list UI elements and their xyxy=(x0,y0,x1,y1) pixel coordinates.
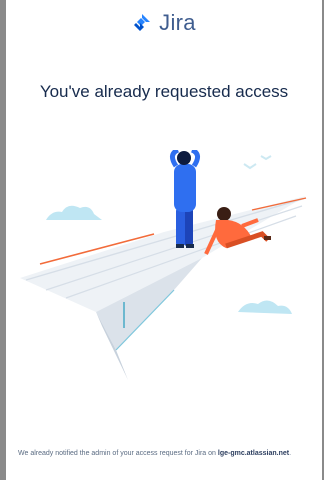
notification-message: We already notified the admin of your ac… xyxy=(18,448,316,459)
jira-logo-icon xyxy=(134,14,151,31)
site-name: lge-gmc.atlassian.net xyxy=(217,450,290,457)
access-page: Jira You've already requested access We … xyxy=(6,0,322,480)
cloud-left xyxy=(46,205,102,220)
cloud-right xyxy=(238,300,292,314)
notification-text: We already notified the admin of your ac… xyxy=(18,450,216,457)
bird-icon xyxy=(260,155,272,161)
jira-logo-text: Jira xyxy=(159,10,196,35)
bird-icon xyxy=(243,163,257,170)
paper-plane-people-illustration xyxy=(20,150,307,380)
page-title: You've already requested access xyxy=(39,82,289,101)
notification-period: . xyxy=(289,450,292,457)
jira-logo: Jira xyxy=(6,10,322,36)
